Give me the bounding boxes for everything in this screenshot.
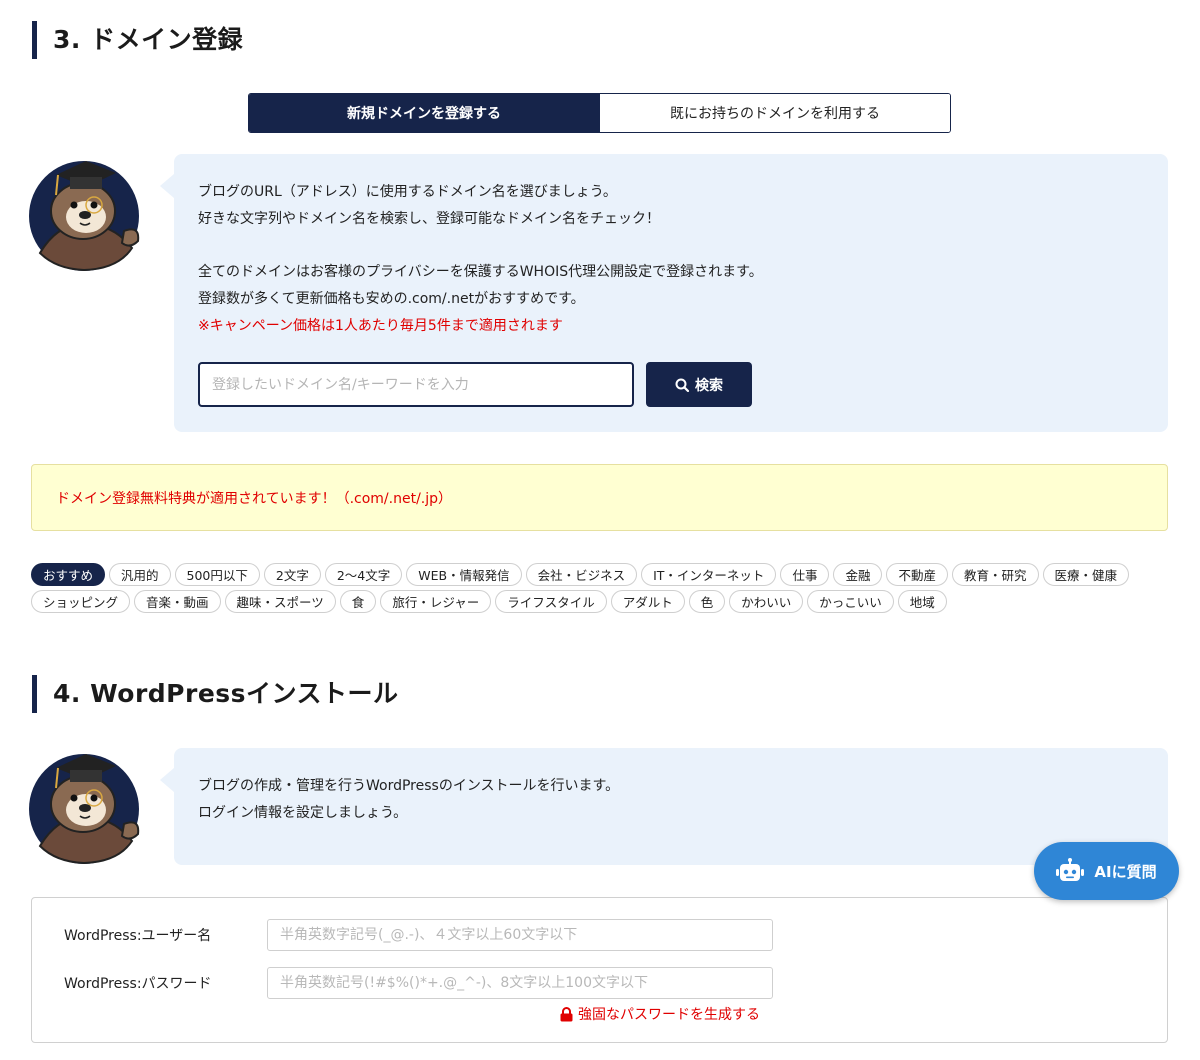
wp-username-input[interactable] xyxy=(267,919,773,951)
category-chip[interactable]: 旅行・レジャー xyxy=(380,590,492,613)
category-chip[interactable]: 教育・研究 xyxy=(951,563,1039,586)
wp-login-form: WordPress:ユーザー名 WordPress:パスワード 強固なパスワード… xyxy=(31,897,1168,1043)
domain-info-line-4: 登録数が多くて更新価格も安めの.com/.netがおすすめです。 xyxy=(198,291,585,307)
search-icon xyxy=(675,378,689,392)
category-chip[interactable]: 2文字 xyxy=(263,563,321,586)
domain-info-bubble: ブログのURL（アドレス）に使用するドメイン名を選びましょう。 好きな文字列やド… xyxy=(160,154,1168,432)
domain-search-row: 検索 xyxy=(198,362,752,407)
domain-info-line-3: 全てのドメインはお客様のプライバシーを保護するWHOIS代理公開設定で登録されま… xyxy=(198,264,763,280)
wp-info-line-1: ブログの作成・管理を行うWordPressのインストールを行います。 xyxy=(198,778,620,794)
ai-question-label: AIに質問 xyxy=(1094,862,1157,881)
wp-info-bubble: ブログの作成・管理を行うWordPressのインストールを行います。 ログイン情… xyxy=(160,748,1168,865)
lock-icon xyxy=(560,1006,573,1021)
category-chip[interactable]: WEB・情報発信 xyxy=(406,563,522,586)
category-chip[interactable]: 金融 xyxy=(833,563,883,586)
domain-section-title: 3. ドメイン登録 xyxy=(32,21,243,59)
category-chip[interactable]: 不動産 xyxy=(886,563,948,586)
domain-info-line-2: 好きな文字列やドメイン名を検索し、登録可能なドメイン名をチェック！ xyxy=(198,211,660,227)
tab-new-domain[interactable]: 新規ドメインを登録する xyxy=(249,94,599,132)
ai-question-button[interactable]: AIに質問 xyxy=(1034,842,1179,900)
wp-username-label: WordPress:ユーザー名 xyxy=(64,928,212,944)
generate-password-label: 強固なパスワードを生成する xyxy=(578,1007,760,1023)
otter-mascot-icon xyxy=(29,754,140,865)
otter-mascot-avatar-2 xyxy=(28,746,146,865)
category-chip[interactable]: アダルト xyxy=(610,590,685,613)
domain-search-button[interactable]: 検索 xyxy=(646,362,752,407)
domain-info-line-1: ブログのURL（アドレス）に使用するドメイン名を選びましょう。 xyxy=(198,184,617,200)
category-chip[interactable]: 汎用的 xyxy=(109,563,171,586)
category-chip[interactable]: かわいい xyxy=(729,590,804,613)
wp-password-row: WordPress:パスワード xyxy=(64,967,773,999)
category-chip[interactable]: 仕事 xyxy=(780,563,830,586)
category-chip[interactable]: かっこいい xyxy=(807,590,894,613)
wp-password-input[interactable] xyxy=(267,967,773,999)
free-domain-notice: ドメイン登録無料特典が適用されています！（.com/.net/.jp） xyxy=(31,464,1168,531)
category-chip[interactable]: 医療・健康 xyxy=(1042,563,1130,586)
category-chip[interactable]: おすすめ xyxy=(31,563,106,586)
category-chip[interactable]: 色 xyxy=(688,590,726,613)
domain-tabs: 新規ドメインを登録する 既にお持ちのドメインを利用する xyxy=(248,93,951,133)
otter-mascot-icon xyxy=(29,161,140,272)
wp-username-row: WordPress:ユーザー名 xyxy=(64,919,773,951)
category-chip[interactable]: 音楽・動画 xyxy=(134,590,221,613)
category-chip[interactable]: 地域 xyxy=(897,590,947,613)
category-chip[interactable]: 2〜4文字 xyxy=(324,563,403,586)
generate-password-link[interactable]: 強固なパスワードを生成する xyxy=(560,1004,760,1024)
category-chip[interactable]: ショッピング xyxy=(31,590,131,613)
category-chip[interactable]: ライフスタイル xyxy=(495,590,607,613)
domain-search-button-label: 検索 xyxy=(695,377,723,394)
category-chip[interactable]: 会社・ビジネス xyxy=(525,563,638,586)
domain-search-input[interactable] xyxy=(198,362,634,407)
tab-existing-domain[interactable]: 既にお持ちのドメインを利用する xyxy=(599,94,950,132)
wp-info-line-2: ログイン情報を設定しましょう。 xyxy=(198,805,408,821)
category-chip[interactable]: 500円以下 xyxy=(174,563,260,586)
robot-icon xyxy=(1056,858,1085,881)
category-chip[interactable]: IT・インターネット xyxy=(641,563,777,586)
campaign-note: ※キャンペーン価格は1人あたり毎月5件まで適用されます xyxy=(198,318,563,334)
domain-category-chips: おすすめ 汎用的 500円以下 2文字 2〜4文字 WEB・情報発信 会社・ビジネス IT・イ… xyxy=(31,563,1171,613)
otter-mascot-avatar xyxy=(28,153,146,272)
wp-password-label: WordPress:パスワード xyxy=(64,976,212,992)
category-chip[interactable]: 食 xyxy=(339,590,377,613)
wp-section-title: 4. WordPressインストール xyxy=(32,675,399,713)
category-chip[interactable]: 趣味・スポーツ xyxy=(224,590,336,613)
